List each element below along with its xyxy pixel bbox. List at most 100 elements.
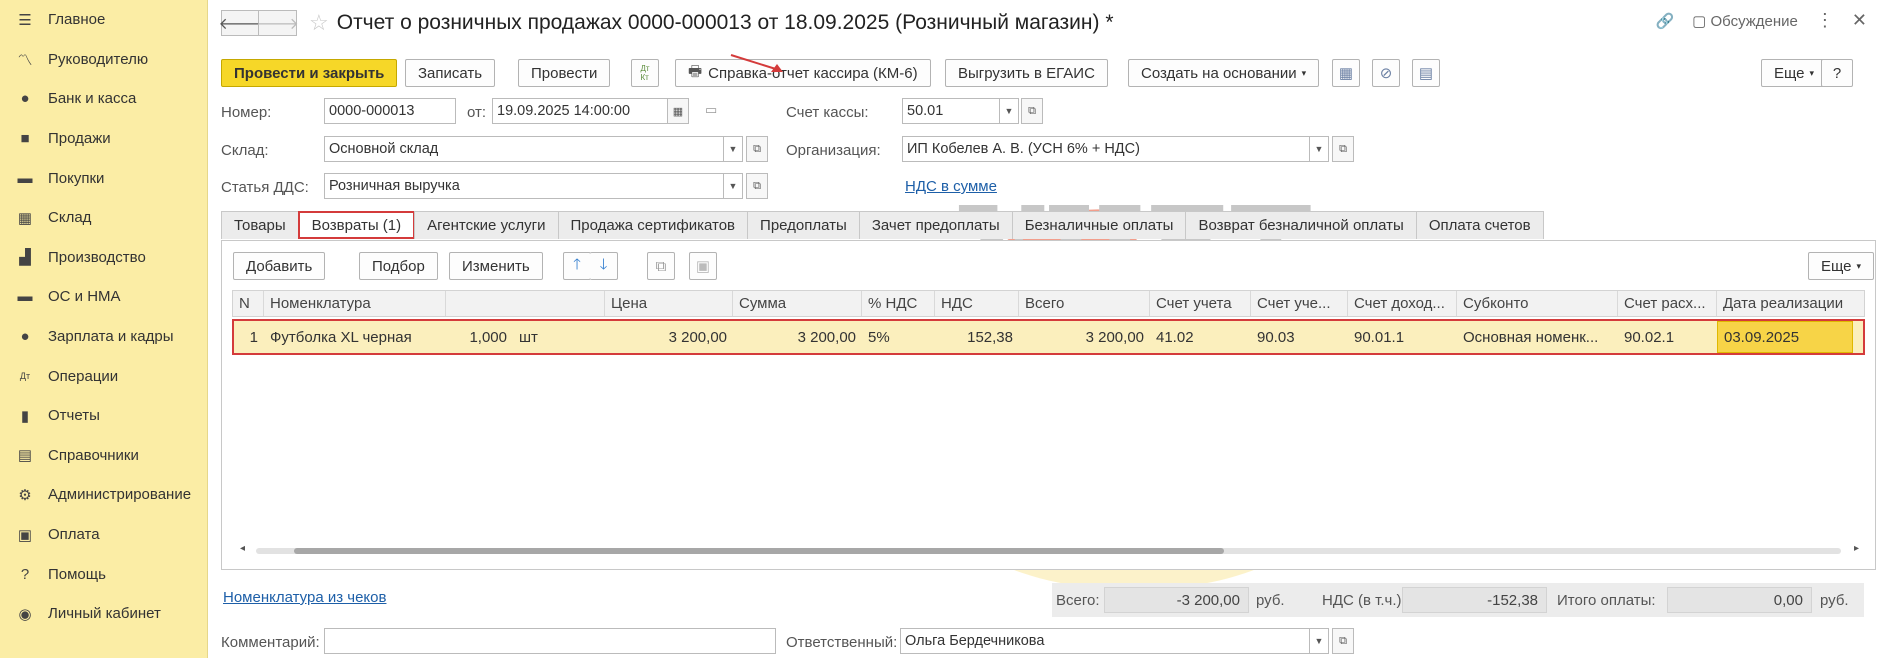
tab-prepayments[interactable]: Предоплаты — [747, 211, 860, 239]
cash-account-field[interactable]: 50.01 — [902, 98, 1000, 124]
help-button[interactable]: ? — [1821, 59, 1853, 87]
cell-total[interactable]: 3 200,00 — [1019, 321, 1150, 353]
tab-cashless[interactable]: Безналичные оплаты — [1011, 211, 1187, 239]
chevron-down-icon[interactable]: ▼ — [724, 136, 743, 162]
chevron-down-icon[interactable]: ▼ — [1310, 628, 1329, 654]
create-based-on-button[interactable]: Создать на основании ▾ — [1128, 59, 1320, 87]
sidebar-item-help[interactable]: ? Помощь — [0, 554, 207, 594]
number-field[interactable]: 0000-000013 — [324, 98, 456, 124]
copy-icon[interactable]: ⧉ — [647, 252, 675, 280]
sidebar-item-payment[interactable]: ▣ Оплата — [0, 515, 207, 555]
cell-price[interactable]: 3 200,00 — [605, 321, 733, 353]
column-header[interactable]: Счет доход... — [1348, 291, 1457, 316]
post-button[interactable]: Провести — [518, 59, 611, 87]
tab-returns[interactable]: Возвраты (1) — [297, 211, 416, 239]
back-button[interactable]: 🡐 — [219, 10, 261, 36]
cell-account[interactable]: 41.02 — [1150, 321, 1251, 353]
cell-vat[interactable]: 152,38 — [935, 321, 1019, 353]
chevron-down-icon[interactable]: ▼ — [1000, 98, 1019, 124]
sidebar-item-admin[interactable]: ⚙ Администрирование — [0, 475, 207, 515]
paste-icon[interactable]: ▣ — [689, 252, 717, 280]
sidebar-item-salary[interactable]: ● Зарплата и кадры — [0, 317, 207, 357]
sidebar-item-account[interactable]: ◉ Личный кабинет — [0, 594, 207, 634]
open-icon[interactable]: ⧉ — [746, 173, 768, 199]
open-icon[interactable]: ⧉ — [1021, 98, 1043, 124]
cell-product[interactable]: Футболка XL черная — [264, 321, 446, 353]
tab-prepayment-offset[interactable]: Зачет предоплаты — [858, 211, 1013, 239]
post-and-close-button[interactable]: Провести и закрыть — [221, 59, 398, 87]
column-header[interactable]: Счет учета — [1150, 291, 1251, 316]
open-icon[interactable]: ⧉ — [1332, 136, 1354, 162]
table-row[interactable]: 1 Футболка XL черная 1,000 шт 3 200,00 3… — [232, 319, 1865, 355]
vat-in-amount-link[interactable]: НДС в сумме — [905, 178, 997, 195]
pick-button[interactable]: Подбор — [359, 252, 438, 280]
open-icon[interactable]: ⧉ — [746, 136, 768, 162]
tab-invoice-payment[interactable]: Оплата счетов — [1415, 211, 1544, 239]
structure-icon[interactable]: ▦ — [1332, 59, 1360, 87]
open-icon[interactable]: ⧉ — [1332, 628, 1354, 654]
sidebar-item-warehouse[interactable]: ▦ Склад — [0, 198, 207, 238]
close-icon[interactable]: ✕ — [1852, 10, 1867, 31]
sidebar-item-main[interactable]: ☰ Главное — [0, 0, 207, 40]
column-header[interactable]: Субконто — [1457, 291, 1618, 316]
organization-field[interactable]: ИП Кобелев А. В. (УСН 6% + НДС) — [902, 136, 1310, 162]
calendar-icon[interactable]: ▦ — [667, 98, 689, 124]
cell-sum[interactable]: 3 200,00 — [733, 321, 862, 353]
dtkt-icon[interactable]: Дт Кт — [631, 59, 659, 87]
sidebar-item-operations[interactable]: Дт Операции — [0, 356, 207, 396]
sidebar-item-reports[interactable]: ▮ Отчеты — [0, 396, 207, 436]
cell-unit[interactable]: шт — [513, 321, 605, 353]
discussion-button[interactable]: ▢ Обсуждение — [1692, 12, 1798, 30]
horizontal-scrollbar[interactable]: ◂ ▸ — [232, 543, 1865, 557]
sidebar-item-assets[interactable]: ▬ ОС и НМА — [0, 277, 207, 317]
move-up-icon[interactable]: 🡑 — [563, 252, 591, 280]
move-down-icon[interactable]: 🡓 — [590, 252, 618, 280]
more-button[interactable]: Еще ▾ — [1761, 59, 1828, 87]
sidebar-item-sales[interactable]: ■ Продажи — [0, 119, 207, 159]
attachment-icon[interactable]: ⊘ — [1372, 59, 1400, 87]
history-icon[interactable]: ▭ — [705, 102, 717, 118]
sidebar-item-production[interactable]: ▟ Производство — [0, 238, 207, 278]
tab-agent-services[interactable]: Агентские услуги — [414, 211, 559, 239]
sidebar-item-bank[interactable]: ● Банк и касса — [0, 79, 207, 119]
column-header[interactable]: Счет уче... — [1251, 291, 1348, 316]
column-header[interactable]: НДС — [935, 291, 1019, 316]
scroll-right-icon[interactable]: ▸ — [1854, 543, 1859, 554]
cell-number[interactable]: 1 — [234, 321, 264, 353]
column-header[interactable]: Всего — [1019, 291, 1150, 316]
chevron-down-icon[interactable]: ▼ — [724, 173, 743, 199]
column-header[interactable]: N — [233, 291, 264, 316]
sidebar-item-purchases[interactable]: ▬ Покупки — [0, 158, 207, 198]
tab-certificates[interactable]: Продажа сертификатов — [557, 211, 749, 239]
tab-cashless-return[interactable]: Возврат безналичной оплаты — [1185, 211, 1417, 239]
tab-goods[interactable]: Товары — [221, 211, 299, 239]
column-header[interactable] — [446, 291, 605, 316]
sidebar-item-catalogs[interactable]: ▤ Справочники — [0, 436, 207, 476]
cell-quantity[interactable]: 1,000 — [446, 321, 513, 353]
receipts-nomenclature-link[interactable]: Номенклатура из чеков — [223, 589, 386, 606]
scroll-left-icon[interactable]: ◂ — [240, 543, 245, 554]
kebab-menu-icon[interactable]: ⋮ — [1816, 10, 1834, 31]
cell-expense-account[interactable]: 90.02.1 — [1618, 321, 1717, 353]
cell-vat-rate[interactable]: 5% — [862, 321, 935, 353]
favorite-star-icon[interactable]: ☆ — [309, 10, 329, 36]
save-button[interactable]: Записать — [405, 59, 496, 87]
column-header[interactable]: Цена — [605, 291, 733, 316]
edit-button[interactable]: Изменить — [449, 252, 543, 280]
cell-subconto[interactable]: Основная номенк... — [1457, 321, 1618, 353]
responsible-field[interactable]: Ольга Бердечникова — [900, 628, 1310, 654]
scroll-thumb[interactable] — [294, 548, 1224, 554]
forward-button[interactable]: 🡒 — [256, 10, 299, 36]
table-more-button[interactable]: Еще ▾ — [1808, 252, 1875, 280]
column-header[interactable]: % НДС — [862, 291, 935, 316]
column-header[interactable]: Номенклатура — [264, 291, 446, 316]
cell-sale-date[interactable]: 03.09.2025 — [1717, 321, 1853, 353]
link-icon[interactable]: 🔗 — [1655, 12, 1674, 30]
column-header[interactable]: Сумма — [733, 291, 862, 316]
date-field[interactable]: 19.09.2025 14:00:00 — [492, 98, 668, 124]
warehouse-field[interactable]: Основной склад — [324, 136, 724, 162]
comment-field[interactable] — [324, 628, 776, 654]
report-icon[interactable]: ▤ — [1412, 59, 1440, 87]
cell-account-2[interactable]: 90.03 — [1251, 321, 1348, 353]
chevron-down-icon[interactable]: ▼ — [1310, 136, 1329, 162]
